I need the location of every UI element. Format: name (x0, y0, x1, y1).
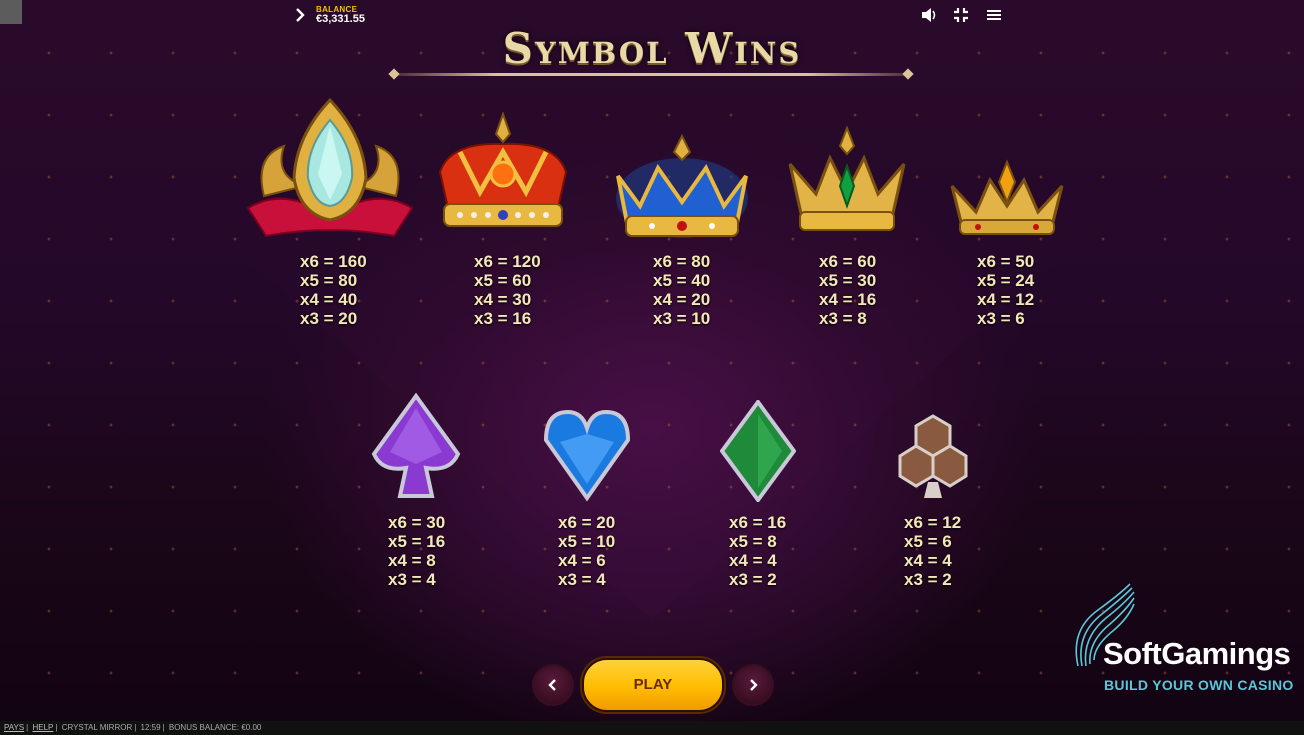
small-gold-crown-icon (948, 156, 1066, 243)
symbol-pays-2: x6 = 120 x5 = 60 x4 = 30 x3 = 16 (474, 252, 541, 328)
pay-line: x6 = 50 (977, 252, 1035, 271)
footer-separator: | (26, 723, 29, 732)
footer-separator: | (162, 723, 165, 732)
red-crown-icon (430, 110, 576, 239)
pay-line: x3 = 2 (729, 570, 777, 589)
page-title: Symbol Wins (502, 24, 802, 73)
brand-name: SoftGamings (1103, 636, 1291, 671)
footer-separator: | (134, 723, 137, 732)
symbol-pays-5: x6 = 50 x5 = 24 x4 = 12 x3 = 6 (977, 252, 1034, 328)
chevron-left-icon (548, 679, 556, 691)
pay-line: x6 = 60 (819, 252, 877, 271)
pay-line: x3 = 6 (977, 309, 1025, 328)
pay-line: x5 = 40 (653, 271, 711, 290)
blue-heart-icon (542, 404, 632, 507)
pay-line: x4 = 12 (977, 290, 1035, 309)
symbol-pays-1: x6 = 160 x5 = 80 x4 = 40 x3 = 20 (300, 252, 367, 328)
sound-icon[interactable] (920, 7, 938, 23)
title-divider (394, 73, 910, 76)
pay-line: x4 = 40 (300, 290, 358, 309)
pay-line: x3 = 10 (653, 309, 711, 328)
chevron-right-icon (750, 679, 758, 691)
pay-line: x5 = 80 (300, 271, 358, 290)
pay-line: x5 = 16 (388, 532, 446, 551)
purple-spade-icon (370, 392, 462, 505)
brand-tagline: BUILD YOUR OWN CASINO (1104, 677, 1294, 693)
bonus-balance: BONUS BALANCE: €0.00 (168, 723, 262, 732)
pay-line: x6 = 80 (653, 252, 711, 271)
pay-line: x3 = 4 (388, 570, 436, 589)
pay-line: x5 = 10 (558, 532, 616, 551)
pay-line: x6 = 120 (474, 252, 541, 271)
pay-line: x5 = 8 (729, 532, 777, 551)
jeweled-tiara-icon (244, 96, 416, 249)
green-diamond-icon (719, 398, 797, 507)
symbol-pays-6: x6 = 30 x5 = 16 x4 = 8 x3 = 4 (388, 513, 445, 589)
green-gem-crown-icon (786, 125, 908, 243)
chevron-right-icon[interactable] (292, 7, 308, 23)
pay-line: x3 = 20 (300, 309, 358, 328)
pay-line: x4 = 4 (904, 551, 952, 570)
footer-separator: | (55, 723, 58, 732)
symbol-pays-3: x6 = 80 x5 = 40 x4 = 20 x3 = 10 (653, 252, 710, 328)
pay-line: x4 = 6 (558, 551, 606, 570)
pay-line: x6 = 30 (388, 513, 446, 532)
pay-line: x4 = 30 (474, 290, 532, 309)
next-page-button[interactable] (732, 664, 774, 706)
blue-crown-icon (612, 132, 752, 249)
pay-line: x4 = 4 (729, 551, 777, 570)
pay-line: x3 = 4 (558, 570, 606, 589)
symbol-pays-8: x6 = 16 x5 = 8 x4 = 4 x3 = 2 (729, 513, 786, 589)
game-name: CRYSTAL MIRROR (61, 723, 133, 732)
pay-line: x4 = 8 (388, 551, 436, 570)
symbol-pays-4: x6 = 60 x5 = 30 x4 = 16 x3 = 8 (819, 252, 876, 328)
pay-line: x4 = 20 (653, 290, 711, 309)
pay-line: x6 = 160 (300, 252, 367, 271)
help-link[interactable]: HELP (32, 723, 53, 732)
footer-info: PAYS | HELP | CRYSTAL MIRROR | 12:59 | BONUS… (4, 723, 263, 732)
pay-line: x3 = 16 (474, 309, 532, 328)
pay-line: x6 = 12 (904, 513, 962, 532)
pay-line: x6 = 20 (558, 513, 616, 532)
pay-line: x4 = 16 (819, 290, 877, 309)
pays-link[interactable]: PAYS (4, 723, 24, 732)
pay-line: x3 = 2 (904, 570, 952, 589)
menu-icon[interactable] (986, 7, 1004, 23)
brown-club-icon (898, 412, 968, 505)
pay-line: x3 = 8 (819, 309, 867, 328)
symbol-pays-9: x6 = 12 x5 = 6 x4 = 4 x3 = 2 (904, 513, 961, 589)
pay-line: x5 = 30 (819, 271, 877, 290)
pay-line: x5 = 24 (977, 271, 1035, 290)
play-button[interactable]: PLAY (582, 658, 724, 712)
fullscreen-exit-icon[interactable] (953, 7, 971, 23)
previous-page-button[interactable] (532, 664, 574, 706)
symbol-pays-7: x6 = 20 x5 = 10 x4 = 6 x3 = 4 (558, 513, 615, 589)
pay-line: x5 = 6 (904, 532, 952, 551)
clock: 12:59 (140, 723, 161, 732)
corner-box (0, 0, 22, 24)
pay-line: x5 = 60 (474, 271, 532, 290)
pay-line: x6 = 16 (729, 513, 787, 532)
